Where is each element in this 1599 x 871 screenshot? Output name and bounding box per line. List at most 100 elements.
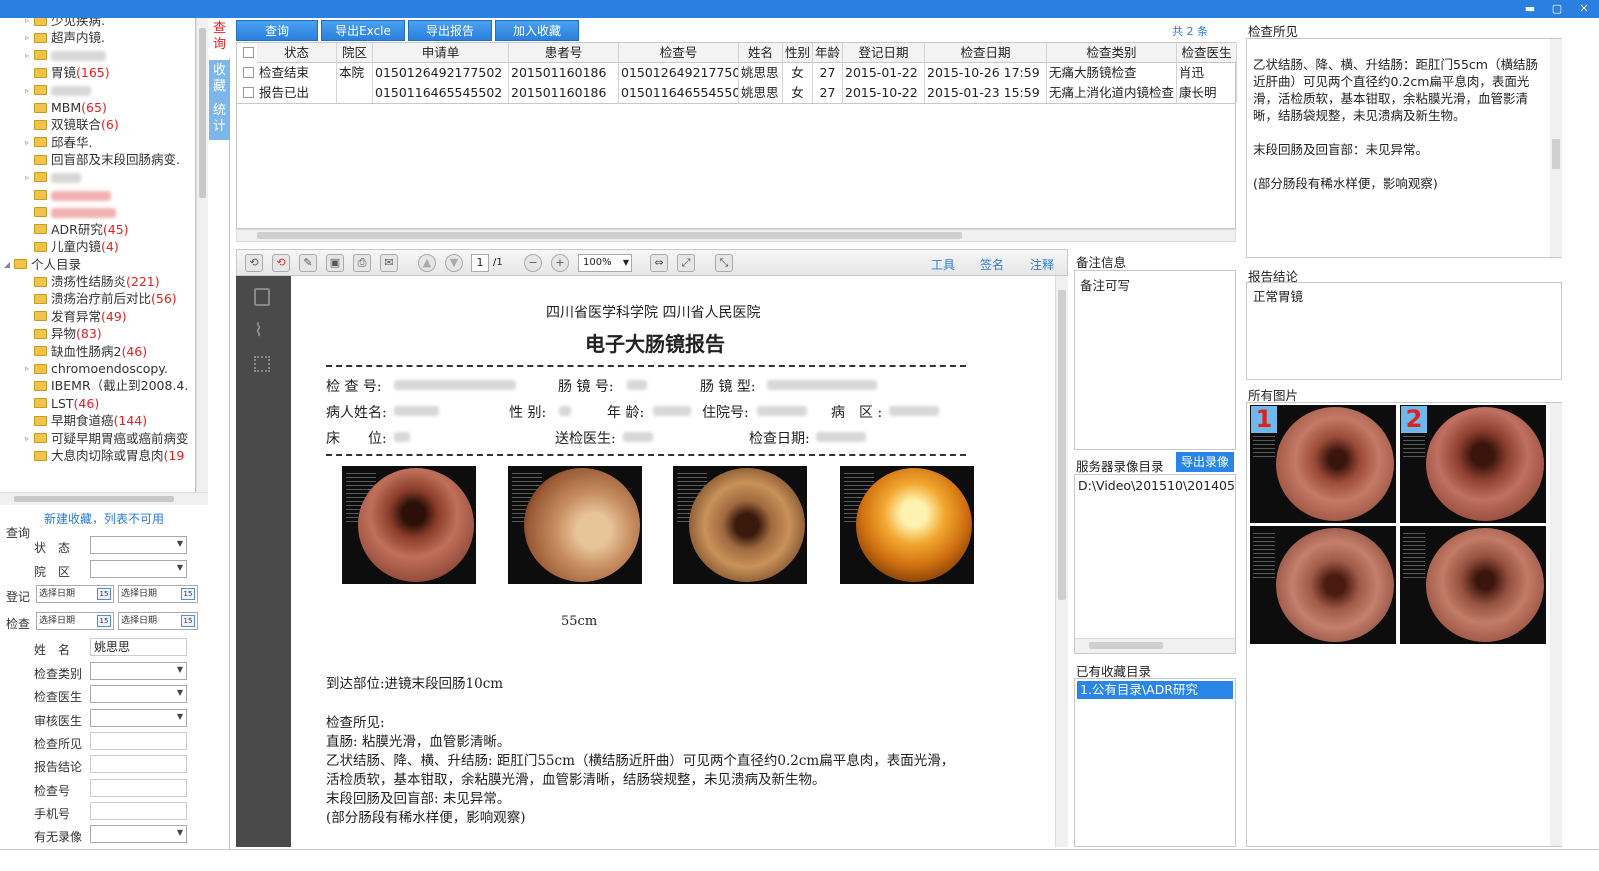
zoom-out-icon[interactable]: − bbox=[524, 254, 542, 272]
column-header[interactable]: 性别 bbox=[783, 43, 813, 63]
fullscreen-icon[interactable]: ⤡ bbox=[715, 254, 733, 272]
column-header[interactable]: 院区 bbox=[337, 43, 373, 63]
register-date-to[interactable]: 选择日期 15 bbox=[118, 585, 198, 603]
fit-page-icon[interactable]: ⤢ bbox=[677, 254, 695, 272]
save-icon[interactable]: ▣ bbox=[326, 254, 344, 272]
tree-horizontal-scrollbar[interactable] bbox=[0, 492, 208, 505]
column-header[interactable]: 姓名 bbox=[739, 43, 783, 63]
endoscopy-image[interactable] bbox=[508, 466, 642, 584]
open-icon[interactable]: ⟲ bbox=[245, 254, 263, 272]
expand-arrow-icon[interactable]: ▹ bbox=[22, 82, 32, 100]
tree-item[interactable]: 溃疡性结肠炎(221) bbox=[0, 273, 195, 291]
calendar-icon[interactable]: 15 bbox=[181, 615, 195, 627]
export-excel-button[interactable]: 导出Excle bbox=[321, 20, 405, 41]
edit-icon[interactable]: ✎ bbox=[299, 254, 317, 272]
column-header[interactable]: 申请单 bbox=[373, 43, 509, 63]
pdf-icon[interactable]: ⟲ bbox=[272, 254, 290, 272]
phone-input[interactable] bbox=[90, 802, 187, 820]
export-video-button[interactable]: 导出录像 bbox=[1176, 452, 1234, 472]
pdf-vertical-scrollbar[interactable] bbox=[1055, 276, 1068, 847]
tree-item[interactable] bbox=[0, 203, 195, 221]
findings-scrollbar[interactable] bbox=[1550, 39, 1562, 257]
scroll-thumb[interactable] bbox=[1058, 290, 1066, 600]
calendar-icon[interactable]: 15 bbox=[97, 615, 111, 627]
collapse-arrow-icon[interactable]: ◢ bbox=[2, 256, 12, 274]
next-page-icon[interactable]: ▼ bbox=[445, 254, 463, 272]
exam-date-from[interactable]: 选择日期 15 bbox=[36, 612, 114, 630]
column-header[interactable]: 检查类别 bbox=[1047, 43, 1177, 63]
column-header[interactable]: 检查日期 bbox=[925, 43, 1047, 63]
exam-date-to[interactable]: 选择日期 15 bbox=[118, 612, 198, 630]
column-header[interactable]: 检查号 bbox=[619, 43, 739, 63]
tree-item[interactable]: 早期食道癌(144) bbox=[0, 412, 195, 430]
scroll-thumb[interactable] bbox=[14, 496, 174, 502]
export-report-button[interactable]: 导出报告 bbox=[408, 20, 492, 41]
tree-item[interactable]: ▹ 超声内镜. bbox=[0, 29, 195, 47]
comment-menu[interactable]: 注释 bbox=[1030, 256, 1054, 273]
scroll-thumb[interactable] bbox=[1552, 139, 1560, 169]
tree-item[interactable]: 异物(83) bbox=[0, 325, 195, 343]
thumbnail-image[interactable] bbox=[1400, 526, 1546, 644]
thumbnail-image[interactable]: 2 bbox=[1400, 405, 1546, 523]
expand-arrow-icon[interactable]: ▹ bbox=[22, 169, 32, 187]
exam-doctor-select[interactable] bbox=[90, 685, 187, 703]
query-button[interactable]: 查询 bbox=[236, 20, 318, 41]
tools-menu[interactable]: 工具 bbox=[931, 256, 955, 273]
conclusion-input[interactable] bbox=[90, 755, 187, 773]
tree-item[interactable]: ▹ bbox=[0, 169, 195, 187]
add-favorite-button[interactable]: 加入收藏 bbox=[495, 20, 579, 41]
tree-item[interactable]: 胃镜(165) bbox=[0, 64, 195, 82]
list-item[interactable]: 1.公有目录\ADR研究 bbox=[1077, 681, 1233, 699]
tree-item[interactable]: ▹ bbox=[0, 82, 195, 100]
minimize-icon[interactable]: ▬ bbox=[1520, 1, 1540, 16]
tree-item[interactable]: ▹ 少见疾病. bbox=[0, 18, 195, 30]
thumbnail-image[interactable] bbox=[1250, 526, 1396, 644]
select-all-checkbox[interactable] bbox=[243, 47, 254, 58]
scroll-thumb[interactable] bbox=[257, 232, 962, 239]
print-icon[interactable]: ⎙ bbox=[353, 254, 371, 272]
signature-icon[interactable] bbox=[254, 356, 270, 372]
calendar-icon[interactable]: 15 bbox=[181, 588, 195, 600]
tree-item[interactable]: IBEMR（截止到2008.4. bbox=[0, 377, 195, 395]
prev-page-icon[interactable]: ▲ bbox=[418, 254, 436, 272]
attachment-icon[interactable]: ⌇ bbox=[254, 320, 263, 341]
name-input[interactable]: 姚思思 bbox=[90, 638, 187, 656]
row-checkbox[interactable] bbox=[243, 87, 254, 98]
tree-item[interactable]: MBM(65) bbox=[0, 99, 195, 117]
close-icon[interactable]: ✕ bbox=[1574, 1, 1594, 16]
endoscopy-image[interactable] bbox=[342, 466, 476, 584]
column-header[interactable]: 状态 bbox=[257, 43, 337, 63]
endoscopy-image[interactable] bbox=[840, 466, 974, 584]
expand-arrow-icon[interactable]: ▹ bbox=[22, 29, 32, 47]
exam-no-input[interactable] bbox=[90, 779, 187, 797]
tree-item[interactable]: ▹ chromoendoscopy. bbox=[0, 360, 195, 378]
zoom-select[interactable]: 100% ▼ bbox=[578, 254, 632, 272]
grid-horizontal-scrollbar[interactable] bbox=[236, 229, 1236, 242]
sign-menu[interactable]: 签名 bbox=[980, 256, 1004, 273]
tree-item[interactable]: 发育异常(49) bbox=[0, 308, 195, 326]
expand-arrow-icon[interactable]: ▹ bbox=[22, 18, 32, 30]
tree-item[interactable]: ◢ 个人目录 bbox=[0, 256, 195, 274]
notes-textarea[interactable]: 备注可写 bbox=[1074, 270, 1236, 450]
expand-arrow-icon[interactable]: ▹ bbox=[22, 430, 32, 448]
pictures-scrollbar[interactable] bbox=[1550, 403, 1562, 846]
tree-item[interactable]: 缺血性肠病2(46) bbox=[0, 343, 195, 361]
email-icon[interactable]: ✉ bbox=[380, 254, 398, 272]
exam-type-select[interactable] bbox=[90, 662, 187, 680]
tab-favorites[interactable]: 收藏 bbox=[209, 60, 230, 100]
tree-item[interactable]: 儿童内镜(4) bbox=[0, 238, 195, 256]
maximize-icon[interactable]: ▢ bbox=[1547, 1, 1567, 16]
expand-arrow-icon[interactable]: ▹ bbox=[22, 360, 32, 378]
tree-item[interactable]: ADR研究(45) bbox=[0, 221, 195, 239]
pages-icon[interactable] bbox=[254, 288, 270, 306]
tree-item[interactable]: ▹ 邱春华. bbox=[0, 134, 195, 152]
column-header[interactable]: 检查医生 bbox=[1177, 43, 1237, 63]
tab-statistics[interactable]: 统计 bbox=[209, 100, 230, 140]
page-input[interactable]: 1 bbox=[471, 254, 489, 272]
fit-width-icon[interactable]: ⇔ bbox=[650, 254, 668, 272]
campus-select[interactable] bbox=[90, 560, 187, 578]
zoom-in-icon[interactable]: + bbox=[551, 254, 569, 272]
video-list-scrollbar[interactable] bbox=[1075, 638, 1235, 653]
scroll-thumb[interactable] bbox=[199, 28, 206, 198]
table-row[interactable]: 报告已出 0150116465545502 201501160186 01501164… bbox=[237, 83, 1237, 103]
